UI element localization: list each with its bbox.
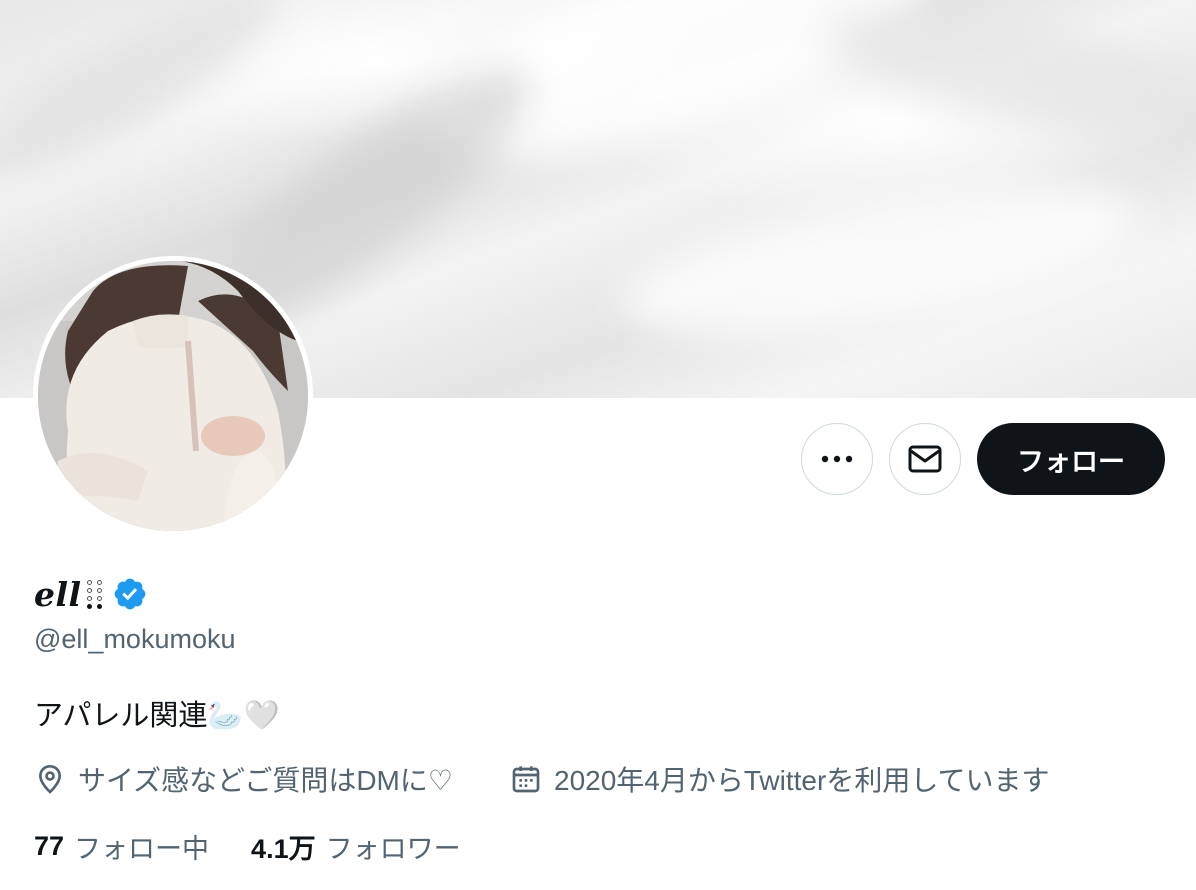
location-pin-icon — [38, 764, 62, 794]
envelope-icon — [908, 445, 942, 473]
ellipsis-icon — [821, 455, 853, 463]
verified-badge-icon[interactable] — [112, 576, 148, 612]
follow-button[interactable]: フォロー — [977, 423, 1165, 495]
calendar-icon — [512, 766, 540, 793]
profile-joined: 2020年4月からTwitterを利用しています — [510, 760, 1049, 798]
followers-link[interactable]: 4.1万 フォロワー — [251, 827, 461, 866]
following-count: 77 — [34, 830, 65, 861]
profile-handle: @ell_mokumoku — [34, 624, 236, 654]
following-label: フォロー中 — [74, 833, 210, 864]
profile-stats: 77 フォロー中 4.1万 フォロワー — [34, 826, 461, 866]
profile-location: サイズ感などご質問はDMに♡ — [34, 760, 453, 798]
profile-avatar[interactable] — [33, 256, 313, 536]
followers-label: フォロワー — [325, 833, 461, 864]
location-text: サイズ感などご質問はDMに♡ — [78, 765, 453, 796]
more-button[interactable] — [801, 423, 873, 495]
display-name-suffix — [86, 579, 102, 609]
joined-text: 2020年4月からTwitterを利用しています — [554, 765, 1050, 796]
followers-count: 4.1万 — [251, 833, 316, 864]
display-name: ell — [34, 574, 82, 614]
display-name-row: ell — [34, 572, 148, 616]
message-button[interactable] — [889, 423, 961, 495]
profile-bio: アパレル関連🦢🤍 — [34, 698, 280, 732]
following-link[interactable]: 77 フォロー中 — [34, 827, 209, 866]
profile-photo — [38, 261, 308, 531]
